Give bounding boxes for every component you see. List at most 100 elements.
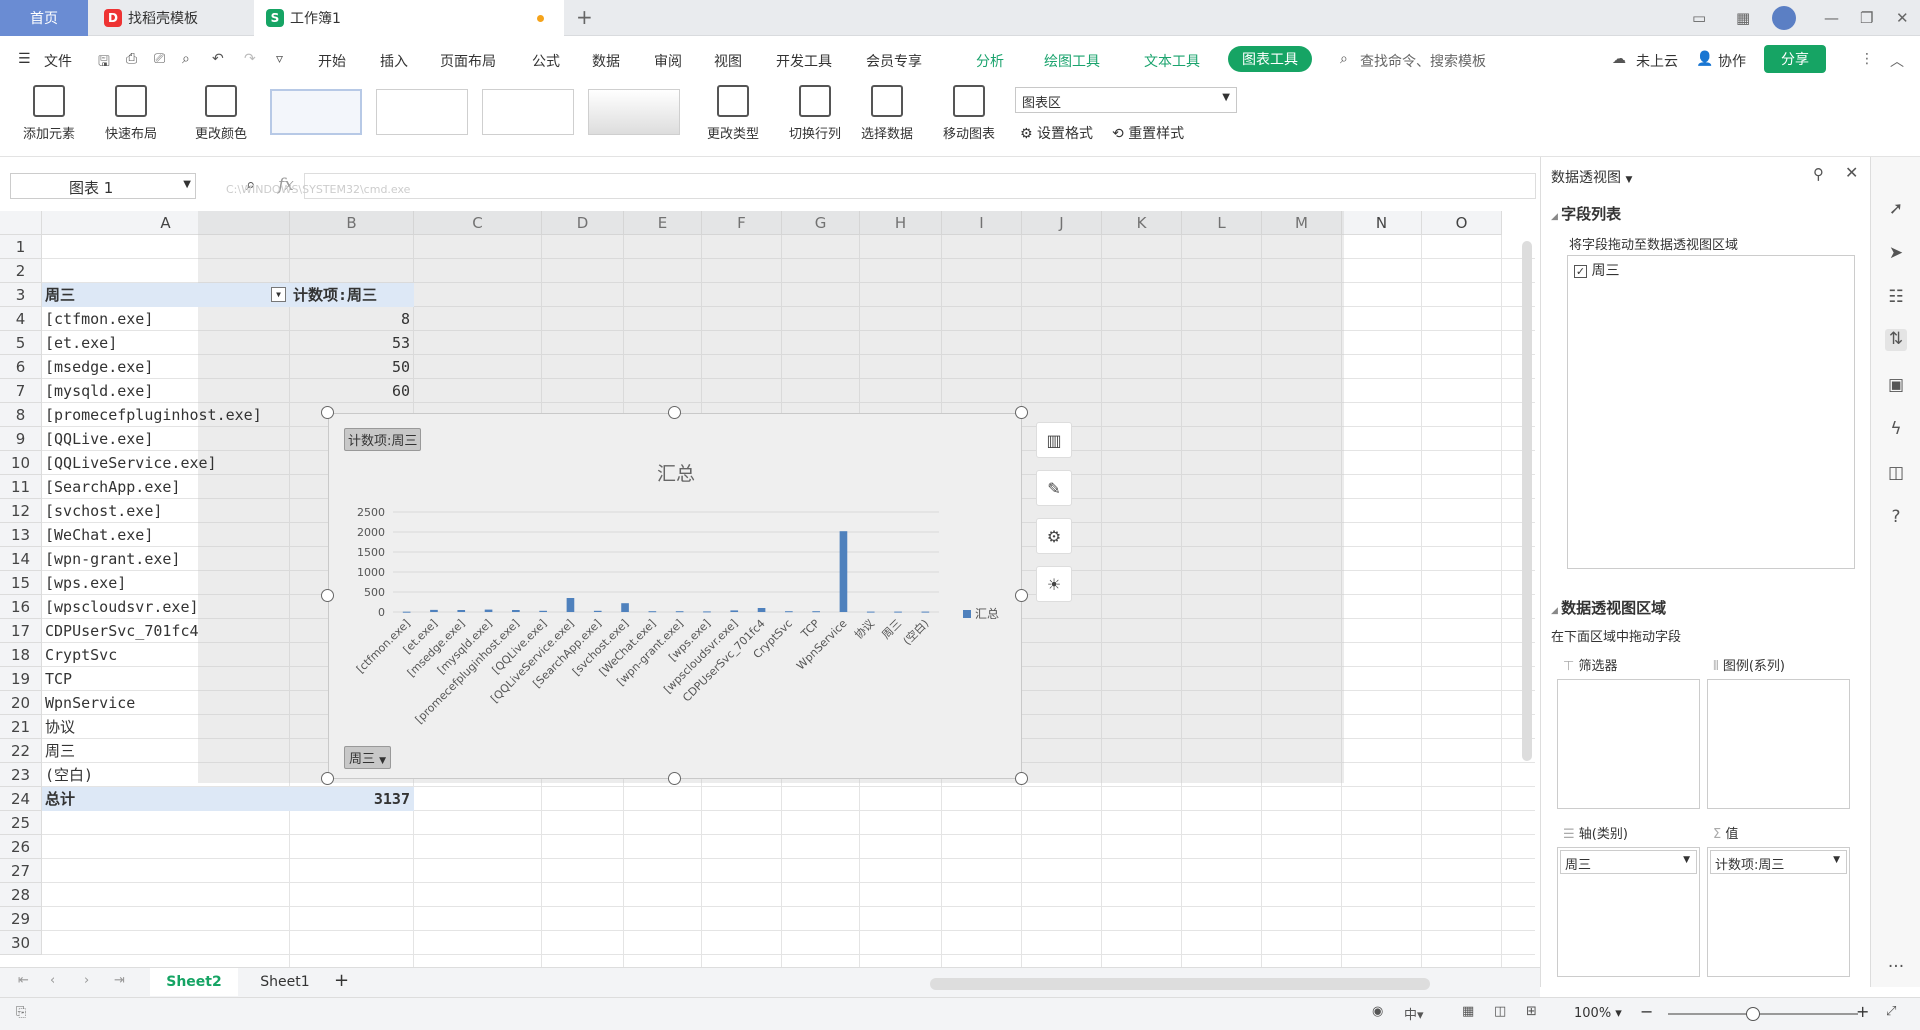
pivot-row-label[interactable]: [WeChat.exe] [42, 523, 290, 547]
checkbox-checked-icon[interactable]: ✓ [1574, 265, 1587, 278]
chart-resize-handle[interactable] [668, 406, 681, 419]
pivot-row-label[interactable]: [QQLiveService.exe] [42, 451, 290, 475]
row-header[interactable]: 21 [0, 715, 42, 739]
collapse-triangle-icon[interactable]: ◢ [1551, 212, 1561, 222]
chart-resize-handle[interactable] [321, 406, 334, 419]
vertical-scrollbar[interactable] [1522, 241, 1532, 761]
menu-chart-tools[interactable]: 图表工具 [1228, 46, 1312, 72]
row-header[interactable]: 6 [0, 355, 42, 379]
more-options-icon[interactable]: ⋮ [1860, 51, 1874, 67]
row-header[interactable]: 2 [0, 259, 42, 283]
chart-elements-icon[interactable]: ▥ [1036, 422, 1072, 458]
zoom-in-button[interactable]: + [1856, 1002, 1869, 1021]
pivot-row-label[interactable]: [QQLive.exe] [42, 427, 290, 451]
more-icon[interactable]: ··· [1885, 957, 1907, 979]
print-icon[interactable]: ⎚ [154, 51, 165, 67]
field-item[interactable]: ✓ 周三 [1574, 260, 1619, 280]
zoom-slider-thumb[interactable] [1746, 1007, 1760, 1021]
pivot-row-value[interactable]: 60 [290, 379, 414, 403]
row-header[interactable]: 25 [0, 811, 42, 835]
zoom-level[interactable]: 100% ▾ [1574, 1006, 1622, 1021]
quick-layout-button[interactable]: 快速布局 [94, 85, 168, 142]
pivot-row-label[interactable]: [promecefpluginhost.exe] [42, 403, 290, 427]
sheet-tab[interactable]: Sheet1 [248, 968, 322, 996]
menu-developer[interactable]: 开发工具 [776, 51, 832, 71]
pivot-total-value[interactable]: 3137 [290, 787, 414, 811]
row-header[interactable]: 17 [0, 619, 42, 643]
pivot-icon[interactable]: ⇅ [1885, 329, 1907, 351]
print-preview-icon[interactable]: ⌕ [182, 51, 190, 67]
menu-file[interactable]: 文件 [44, 51, 72, 71]
book-icon[interactable]: ◫ [1885, 463, 1907, 485]
menu-member[interactable]: 会员专享 [866, 51, 922, 71]
row-header[interactable]: 22 [0, 739, 42, 763]
pivot-row-header[interactable]: 周三 ▼ [42, 283, 290, 307]
new-tab-button[interactable]: + [576, 5, 593, 29]
row-header[interactable]: 26 [0, 835, 42, 859]
row-header[interactable]: 5 [0, 331, 42, 355]
page-break-view-icon[interactable]: ⊞ [1526, 1004, 1537, 1019]
zoom-slider[interactable] [1668, 1013, 1858, 1015]
chart-resize-handle[interactable] [1015, 589, 1028, 602]
chart-element-select[interactable]: 图表区 ▼ [1015, 87, 1237, 113]
restore-icon[interactable]: ❐ [1860, 9, 1873, 27]
row-header[interactable]: 24 [0, 787, 42, 811]
switch-rowcol-button[interactable]: 切换行列 [780, 85, 850, 142]
export-pdf-icon[interactable]: ⎙ [126, 51, 137, 67]
command-search[interactable]: 查找命令、搜索模板 [1360, 51, 1486, 71]
menu-data[interactable]: 数据 [592, 51, 620, 71]
row-header[interactable]: 29 [0, 907, 42, 931]
pivot-row-label[interactable]: [wpn-grant.exe] [42, 547, 290, 571]
apps-grid-icon[interactable]: ▦ [1736, 9, 1750, 27]
row-header[interactable]: 30 [0, 931, 42, 955]
row-header[interactable]: 3 [0, 283, 42, 307]
cursor-icon[interactable]: ➤ [1885, 243, 1907, 265]
redo-icon[interactable]: ↷ [244, 51, 256, 67]
pivot-row-label[interactable]: [svchost.exe] [42, 499, 290, 523]
row-header[interactable]: 27 [0, 859, 42, 883]
column-header[interactable]: N [1342, 211, 1422, 235]
hamburger-icon[interactable]: ☰ [18, 51, 31, 67]
change-type-button[interactable]: 更改类型 [700, 85, 766, 142]
pivot-total-label[interactable]: 总计 [42, 787, 290, 811]
row-header[interactable]: 1 [0, 235, 42, 259]
row-header[interactable]: 28 [0, 883, 42, 907]
chart-style-1[interactable] [270, 89, 362, 135]
close-icon[interactable]: ✕ [1845, 163, 1858, 182]
pivot-row-label[interactable]: [wpscloudsvr.exe] [42, 595, 290, 619]
chart-resize-handle[interactable] [321, 772, 334, 785]
more-dropdown-icon[interactable]: ▿ [276, 51, 283, 67]
chart-resize-handle[interactable] [321, 589, 334, 602]
undo-icon[interactable]: ↶ [212, 51, 224, 67]
chart-style-2[interactable] [376, 89, 468, 135]
chart-resize-handle[interactable] [668, 772, 681, 785]
save-icon[interactable]: 🖫 [98, 51, 110, 75]
pivot-row-label[interactable]: 周三 [42, 739, 290, 763]
next-sheet-icon[interactable]: › [84, 973, 89, 988]
pivot-row-value[interactable]: 53 [290, 331, 414, 355]
pivot-chart[interactable]: 计数项:周三 汇总 0 500 1000 1500 2000 2500 [ctfmon.exe… [328, 413, 1022, 779]
add-element-button[interactable]: 添加元素 [12, 85, 86, 142]
values-field-chip[interactable]: 计数项:周三 ▼ [1710, 850, 1847, 874]
layout-icon[interactable]: ▭ [1692, 9, 1706, 27]
row-header[interactable]: 15 [0, 571, 42, 595]
set-format-button[interactable]: ⚙ 设置格式 [1020, 123, 1093, 143]
close-window-icon[interactable]: ✕ [1896, 9, 1909, 27]
pivot-row-label[interactable]: [et.exe] [42, 331, 290, 355]
tab-home[interactable]: 首页 [0, 0, 88, 36]
row-header[interactable]: 8 [0, 403, 42, 427]
lightning-icon[interactable]: ϟ [1885, 419, 1907, 441]
chart-style-4[interactable] [588, 89, 680, 135]
pivot-row-label[interactable]: 协议 [42, 715, 290, 739]
chart-resize-handle[interactable] [1015, 772, 1028, 785]
row-header[interactable]: 20 [0, 691, 42, 715]
help-icon[interactable]: ? [1885, 507, 1907, 529]
rocket-icon[interactable]: ➚ [1885, 199, 1907, 221]
cloud-status[interactable]: 未上云 [1636, 51, 1678, 71]
sheet-tab-active[interactable]: Sheet2 [150, 968, 238, 996]
pivot-row-label[interactable]: CryptSvc [42, 643, 290, 667]
share-button[interactable]: 分享 [1764, 45, 1826, 73]
pivot-row-label[interactable]: [ctfmon.exe] [42, 307, 290, 331]
legend-drop-area[interactable] [1707, 679, 1850, 809]
change-color-button[interactable]: 更改颜色 [184, 85, 258, 142]
